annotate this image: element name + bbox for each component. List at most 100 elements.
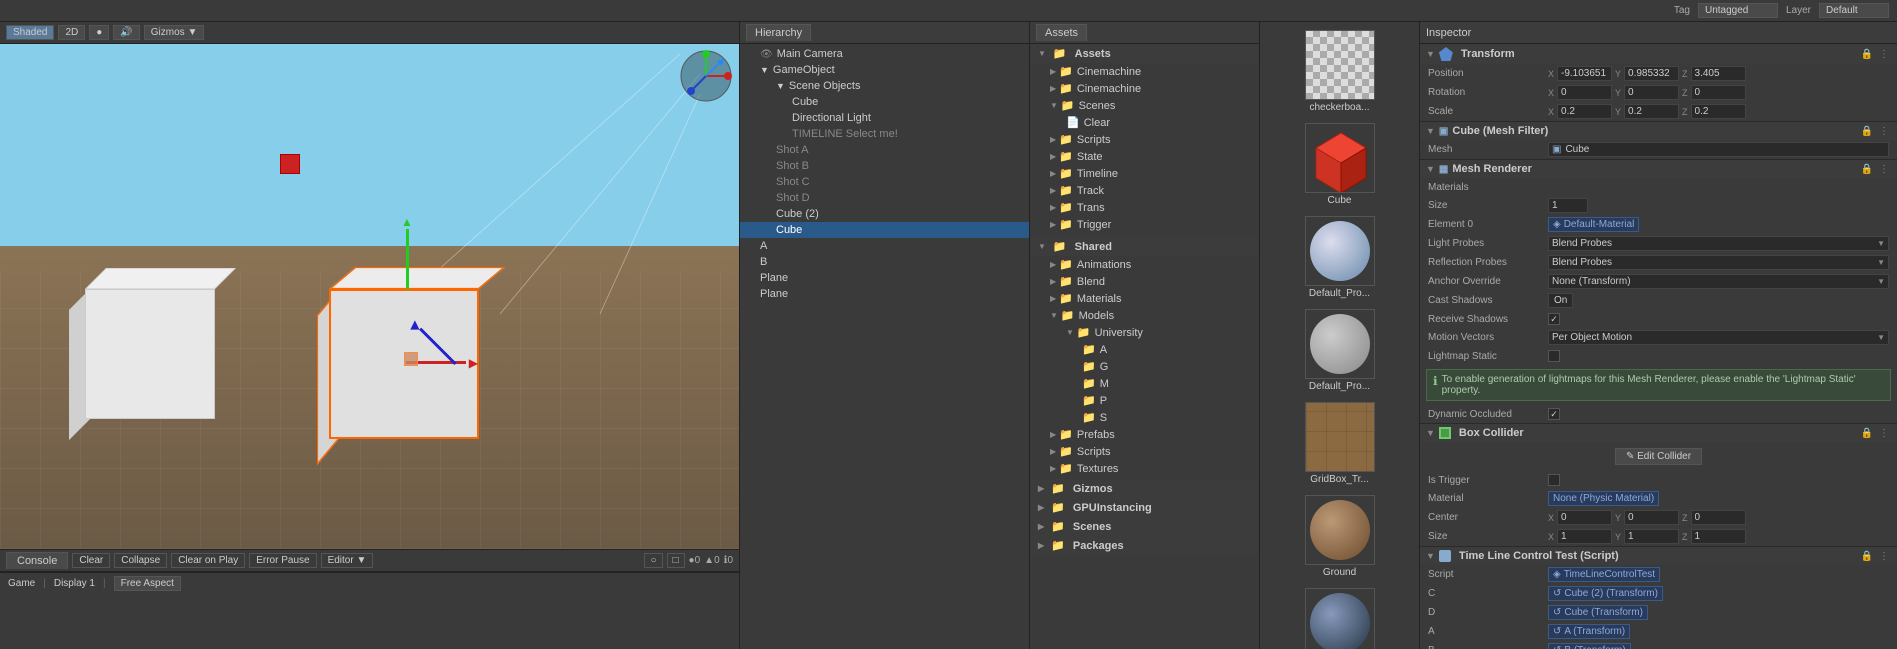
- assets-state[interactable]: ▶ 📁 State: [1030, 148, 1259, 165]
- gizmos-root[interactable]: ▶ 📁 Gizmos: [1030, 479, 1259, 498]
- box-collider-header[interactable]: ▼ Box Collider 🔒 ⋮: [1420, 424, 1897, 442]
- hier-scene-objects[interactable]: ▼ Scene Objects: [740, 78, 1029, 94]
- maximize-button[interactable]: □: [667, 553, 685, 568]
- mesh-filter-lock-btn[interactable]: 🔒: [1859, 126, 1875, 137]
- cube-left[interactable]: [55, 274, 225, 419]
- box-size-x[interactable]: [1557, 529, 1612, 544]
- rotation-y[interactable]: [1624, 85, 1679, 100]
- hier-shot-c[interactable]: Shot C: [740, 174, 1029, 190]
- hier-plane1[interactable]: Plane: [740, 270, 1029, 286]
- dynamic-occluded-checkbox[interactable]: [1548, 408, 1560, 420]
- assets-timeline[interactable]: ▶ 📁 Timeline: [1030, 165, 1259, 182]
- scene-canvas[interactable]: [0, 44, 739, 549]
- gpu-root[interactable]: ▶ 📁 GPUInstancing: [1030, 498, 1259, 517]
- tag-value[interactable]: Untagged: [1698, 3, 1778, 18]
- hier-gameobject[interactable]: ▼ GameObject: [740, 62, 1029, 78]
- receive-shadows-checkbox[interactable]: [1548, 313, 1560, 325]
- position-z[interactable]: [1691, 66, 1746, 81]
- position-y[interactable]: [1624, 66, 1679, 81]
- center-z[interactable]: [1691, 510, 1746, 525]
- assets-scripts2[interactable]: ▶ 📁 Scripts: [1030, 443, 1259, 460]
- is-trigger-checkbox[interactable]: [1548, 474, 1560, 486]
- hier-cube2[interactable]: Cube (2): [740, 206, 1029, 222]
- assets-trigger[interactable]: ▶ 📁 Trigger: [1030, 216, 1259, 233]
- mesh-filter-menu-btn[interactable]: ⋮: [1877, 126, 1891, 137]
- hier-timeline[interactable]: TIMELINE Select me!: [740, 126, 1029, 142]
- preview-default-pro1[interactable]: Default_Pro...: [1260, 212, 1419, 303]
- script-header[interactable]: ▼ Time Line Control Test (Script) 🔒 ⋮: [1420, 547, 1897, 565]
- script-lock-btn[interactable]: 🔒: [1859, 551, 1875, 562]
- game-label[interactable]: Game: [8, 578, 35, 589]
- mesh-renderer-lock-btn[interactable]: 🔒: [1859, 164, 1875, 175]
- hier-shot-a[interactable]: Shot A: [740, 142, 1029, 158]
- cast-shadows-field[interactable]: On: [1548, 293, 1573, 308]
- hierarchy-tab[interactable]: Hierarchy: [746, 24, 811, 41]
- box-size-z[interactable]: [1691, 529, 1746, 544]
- preview-cube[interactable]: Cube: [1260, 119, 1419, 210]
- element0-ref[interactable]: ◈ Default-Material: [1548, 217, 1639, 232]
- assets-textures[interactable]: ▶ 📁 Textures: [1030, 460, 1259, 477]
- transform-lock-btn[interactable]: 🔒: [1859, 49, 1875, 60]
- small-red-cube[interactable]: [280, 154, 300, 174]
- scale-x[interactable]: [1557, 104, 1612, 119]
- collapse-button[interactable]: Collapse: [114, 553, 167, 568]
- preview-default-pro2[interactable]: Default_Pro...: [1260, 305, 1419, 396]
- gizmo-center[interactable]: [404, 352, 418, 366]
- preview-checkerboard[interactable]: checkerboa...: [1260, 26, 1419, 117]
- shared-root[interactable]: ▼ 📁 Shared: [1030, 237, 1259, 256]
- layer-value[interactable]: Default: [1819, 3, 1889, 18]
- box-size-y[interactable]: [1624, 529, 1679, 544]
- scale-z[interactable]: [1691, 104, 1746, 119]
- packages-root[interactable]: ▶ 📁 Packages: [1030, 536, 1259, 555]
- mesh-filter-header[interactable]: ▼ ▣ Cube (Mesh Filter) 🔒 ⋮: [1420, 122, 1897, 140]
- assets-cinemachine1[interactable]: ▶ 📁 Cinemachine: [1030, 63, 1259, 80]
- assets-scripts[interactable]: ▶ 📁 Scripts: [1030, 131, 1259, 148]
- light-button[interactable]: ●: [89, 25, 109, 40]
- assets-animations[interactable]: ▶ 📁 Animations: [1030, 256, 1259, 273]
- assets-root[interactable]: ▼ 📁 Assets: [1030, 44, 1259, 63]
- hier-shot-d[interactable]: Shot D: [740, 190, 1029, 206]
- script-b-ref[interactable]: ↺ B (Transform): [1548, 643, 1631, 649]
- center-x[interactable]: [1557, 510, 1612, 525]
- anchor-override-dropdown[interactable]: None (Transform) ▼: [1548, 274, 1889, 289]
- script-menu-btn[interactable]: ⋮: [1877, 551, 1891, 562]
- light-probes-dropdown[interactable]: Blend Probes ▼: [1548, 236, 1889, 251]
- preview-ground[interactable]: Ground: [1260, 491, 1419, 582]
- shaded-button[interactable]: Shaded: [6, 25, 54, 40]
- assets-tab[interactable]: Assets: [1036, 24, 1087, 41]
- assets-uni-a[interactable]: 📁 A: [1030, 341, 1259, 358]
- box-collider-lock-btn[interactable]: 🔒: [1859, 428, 1875, 439]
- aspect-dropdown[interactable]: Free Aspect: [114, 576, 181, 591]
- clear-button[interactable]: Clear: [72, 553, 110, 568]
- preview-gridbox[interactable]: GridBox_Tr...: [1260, 398, 1419, 489]
- assets-university[interactable]: ▼ 📁 University: [1030, 324, 1259, 341]
- script-d-ref[interactable]: ↺ Cube (Transform): [1548, 605, 1648, 620]
- assets-scenes[interactable]: ▼ 📁 Scenes: [1030, 97, 1259, 114]
- assets-trans[interactable]: ▶ 📁 Trans: [1030, 199, 1259, 216]
- edit-collider-button[interactable]: ✎ Edit Collider: [1615, 448, 1702, 465]
- console-tab[interactable]: Console: [6, 552, 68, 569]
- gizmos-button[interactable]: Gizmos ▼: [144, 25, 205, 40]
- assets-uni-g[interactable]: 📁 G: [1030, 358, 1259, 375]
- position-x[interactable]: [1557, 66, 1612, 81]
- rotation-x[interactable]: [1557, 85, 1612, 100]
- assets-track[interactable]: ▶ 📁 Track: [1030, 182, 1259, 199]
- audio-button[interactable]: 🔊: [113, 25, 139, 40]
- hier-shot-b[interactable]: Shot B: [740, 158, 1029, 174]
- gizmo-y-axis[interactable]: [406, 229, 409, 289]
- hier-cube[interactable]: Cube: [740, 94, 1029, 110]
- hier-b[interactable]: B: [740, 254, 1029, 270]
- assets-clear[interactable]: 📄 Clear: [1030, 114, 1259, 131]
- hier-directional-light[interactable]: Directional Light: [740, 110, 1029, 126]
- scenes-root[interactable]: ▶ 📁 Scenes: [1030, 517, 1259, 536]
- scale-y[interactable]: [1624, 104, 1679, 119]
- assets-prefabs[interactable]: ▶ 📁 Prefabs: [1030, 426, 1259, 443]
- cube-right-selected[interactable]: [299, 239, 499, 439]
- transform-header[interactable]: ▼ Transform 🔒 ⋮: [1420, 44, 1897, 64]
- lightmap-static-checkbox[interactable]: [1548, 350, 1560, 362]
- error-pause-button[interactable]: Error Pause: [249, 553, 316, 568]
- preview-ground-big[interactable]: Ground big: [1260, 584, 1419, 649]
- script-c-ref[interactable]: ↺ Cube (2) (Transform): [1548, 586, 1663, 601]
- collider-material-ref[interactable]: None (Physic Material): [1548, 491, 1659, 506]
- reflection-probes-dropdown[interactable]: Blend Probes ▼: [1548, 255, 1889, 270]
